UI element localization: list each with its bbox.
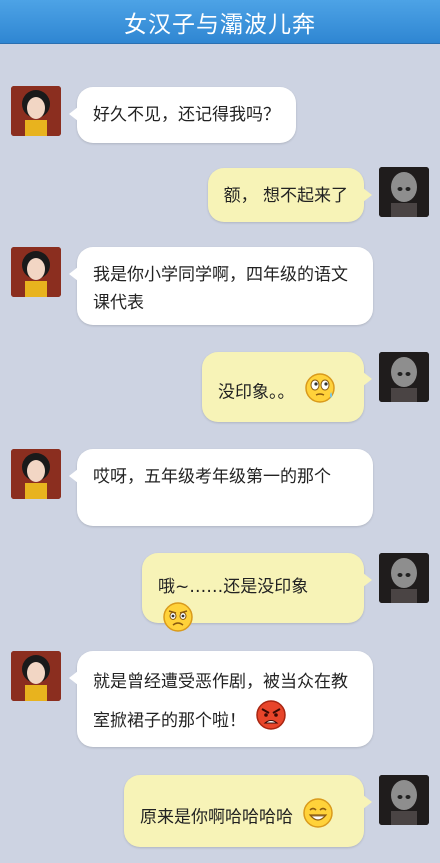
message-text: 就是曾经遭受恶作剧，被当众在教室掀裙子的那个啦！ <box>93 672 348 731</box>
angry-emoji-icon <box>255 699 287 743</box>
message-text: 原来是你啊哈哈哈哈 <box>140 807 293 828</box>
monk-avatar[interactable] <box>379 775 429 825</box>
chat-title: 女汉子与灞波儿奔 <box>124 11 316 38</box>
confused-emoji-icon <box>162 601 194 642</box>
outgoing-message-bubble[interactable]: 额， 想不起来了 <box>207 168 373 222</box>
message-text: 我是你小学同学啊，四年级的语文课代表 <box>93 265 348 313</box>
message-text: 哎呀，五年级考年级第一的那个 <box>93 467 331 487</box>
monk-avatar[interactable] <box>379 352 429 402</box>
monk-avatar[interactable] <box>379 167 429 217</box>
girl-avatar[interactable] <box>11 86 61 136</box>
outgoing-message-bubble[interactable]: 哦~……还是没印象 <box>142 553 372 632</box>
monk-avatar[interactable] <box>379 553 429 603</box>
incoming-message-bubble[interactable]: 好久不见，还记得我吗？ <box>69 87 296 143</box>
sweat-eyes-emoji-icon <box>304 372 336 413</box>
outgoing-message-bubble[interactable]: 没印象。。 <box>202 352 372 422</box>
incoming-message-bubble[interactable]: 哎呀，五年级考年级第一的那个 <box>69 449 373 526</box>
chat-header: 女汉子与灞波儿奔 <box>0 0 440 44</box>
outgoing-message-bubble[interactable]: 原来是你啊哈哈哈哈 <box>124 775 372 847</box>
message-text: 没印象。。 <box>218 382 295 403</box>
girl-avatar[interactable] <box>11 651 61 701</box>
girl-avatar[interactable] <box>11 449 61 499</box>
incoming-message-bubble[interactable]: 我是你小学同学啊，四年级的语文课代表 <box>69 247 373 325</box>
laughing-emoji-icon <box>302 797 334 838</box>
message-text: 额， 想不起来了 <box>223 186 348 206</box>
message-text: 好久不见，还记得我吗？ <box>93 105 280 125</box>
incoming-message-bubble[interactable]: 就是曾经遭受恶作剧，被当众在教室掀裙子的那个啦！ <box>69 651 373 747</box>
girl-avatar[interactable] <box>11 247 61 297</box>
message-text: 哦~……还是没印象 <box>158 577 309 597</box>
